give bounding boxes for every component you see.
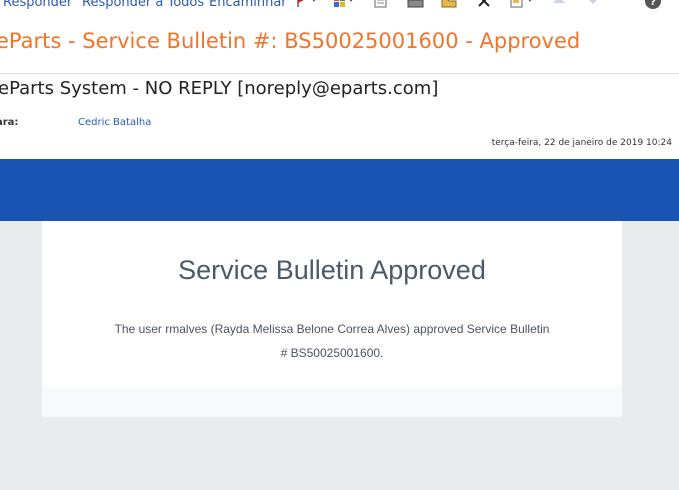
to-label: ara: — [0, 117, 19, 128]
help-icon[interactable]: ? — [644, 0, 662, 12]
email-card: Service Bulletin Approved The user rmalv… — [42, 221, 622, 417]
flag-icon[interactable] — [295, 0, 316, 12]
toolbar: Responder Responder a Todos Encaminhar ? — [0, 0, 679, 14]
recipient-link[interactable]: Cedric Batalha — [78, 116, 151, 130]
print-icon[interactable] — [407, 0, 425, 12]
message-sender: eParts System - NO REPLY [noreply@eparts… — [0, 78, 439, 99]
forward-button[interactable]: Encaminhar — [209, 0, 287, 12]
move-icon[interactable] — [373, 0, 391, 12]
message-date: terça-feira, 22 de janeiro de 2019 10:24 — [491, 138, 672, 148]
previous-icon[interactable] — [550, 0, 568, 12]
card-footer — [42, 387, 622, 417]
open-folder-icon[interactable] — [441, 0, 459, 12]
next-icon[interactable] — [584, 0, 602, 12]
reply-button[interactable]: Responder — [3, 0, 72, 12]
rules-icon[interactable] — [509, 0, 532, 12]
email-title: Service Bulletin Approved — [178, 255, 486, 285]
message-subject: eParts - Service Bulletin #: BS500250016… — [0, 29, 581, 53]
header-divider — [0, 73, 679, 74]
email-message: The user rmalves (Rayda Melissa Belone C… — [114, 322, 550, 360]
svg-text:?: ? — [650, 0, 656, 8]
categories-icon[interactable] — [333, 0, 353, 12]
reply-all-button[interactable]: Responder a Todos — [82, 0, 204, 12]
delete-icon[interactable] — [476, 0, 494, 12]
email-header-band — [0, 159, 679, 221]
